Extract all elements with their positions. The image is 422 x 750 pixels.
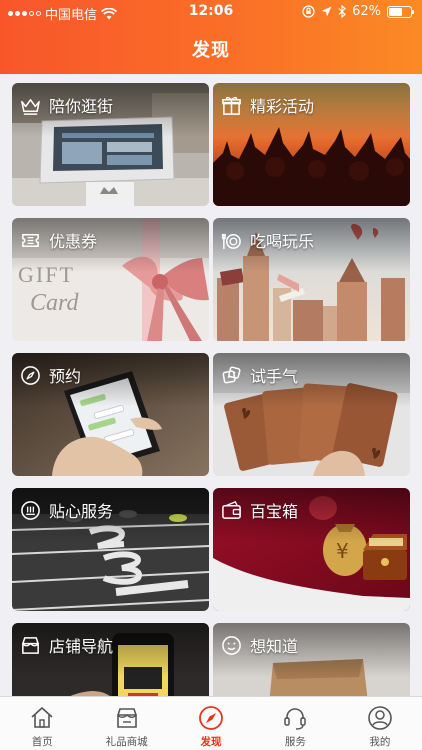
header-bar: 中国电信 12:06 62% 发现 <box>0 0 422 74</box>
card-label: 优惠券 <box>49 232 98 251</box>
wallet-icon <box>222 500 241 519</box>
card-try-luck[interactable]: 试手气 <box>213 353 410 476</box>
svg-text:¥: ¥ <box>336 539 349 563</box>
tab-home[interactable]: 首页 <box>0 697 84 750</box>
tab-label: 我的 <box>369 736 391 748</box>
tab-service[interactable]: 服务 <box>253 697 337 750</box>
home-icon <box>31 707 53 728</box>
tab-me[interactable]: 我的 <box>338 697 422 750</box>
headset-icon <box>284 708 307 730</box>
status-right: 62% <box>302 4 414 19</box>
card-label: 精彩活动 <box>250 97 315 116</box>
ticket-icon <box>22 233 39 247</box>
bluetooth-icon <box>338 5 346 18</box>
card-label: 吃喝玩乐 <box>250 232 315 251</box>
user-icon <box>368 706 392 730</box>
status-bar: 中国电信 12:06 62% <box>0 0 422 24</box>
card-entertainment[interactable]: 吃喝玩乐 <box>213 218 410 341</box>
crown-icon <box>21 98 40 115</box>
battery-icon <box>387 5 414 18</box>
tab-gift-mall[interactable]: 礼品商城 <box>84 697 168 750</box>
tab-label: 礼品商城 <box>105 736 148 748</box>
tab-discover[interactable]: 发现 <box>169 697 253 750</box>
card-shopping-companion[interactable]: 陪你逛街 <box>12 83 209 206</box>
card-label: 贴心服务 <box>49 502 114 521</box>
dice-icon <box>222 365 241 383</box>
card-text: Card <box>30 290 79 316</box>
tab-label: 服务 <box>284 736 306 748</box>
card-label: 百宝箱 <box>250 502 299 521</box>
page-title: 发现 <box>192 40 230 61</box>
location-icon <box>321 6 332 17</box>
card-label: 想知道 <box>250 637 299 656</box>
card-label: 试手气 <box>250 367 299 386</box>
plate-icon <box>221 233 241 249</box>
tab-label: 发现 <box>200 736 222 748</box>
compass-icon <box>199 706 223 730</box>
card-label: 预约 <box>49 367 82 386</box>
card-booking[interactable]: 预约 <box>12 353 209 476</box>
card-label: 陪你逛街 <box>49 97 114 116</box>
rotation-lock-icon <box>302 5 315 18</box>
tab-bar: 首页 礼品商城 发现 服务 我的 <box>0 696 422 750</box>
tab-label: 首页 <box>31 736 53 748</box>
service-icon <box>21 500 40 520</box>
store-icon <box>22 636 39 654</box>
compass-icon <box>21 365 40 385</box>
gift-box-icon <box>222 96 241 115</box>
battery-percent: 62% <box>352 4 381 19</box>
card-label: 店铺导航 <box>49 637 114 656</box>
svg-text:?: ? <box>297 687 329 696</box>
discover-grid: 陪你逛街 精彩活动 GIFT Card 优惠券 吃喝玩乐 预约 试手气 贴心服务… <box>0 74 422 696</box>
card-treasure-box[interactable]: ¥ 百宝箱 <box>213 488 410 611</box>
shop-icon <box>116 708 137 728</box>
card-care-service[interactable]: 贴心服务 <box>12 488 209 611</box>
card-coupons[interactable]: GIFT Card 优惠券 <box>12 218 209 341</box>
card-store-navigation[interactable]: 店铺导航 <box>12 623 209 696</box>
card-events[interactable]: 精彩活动 <box>213 83 410 206</box>
smile-icon <box>222 635 241 655</box>
card-want-to-know[interactable]: ? 想知道 <box>213 623 410 696</box>
